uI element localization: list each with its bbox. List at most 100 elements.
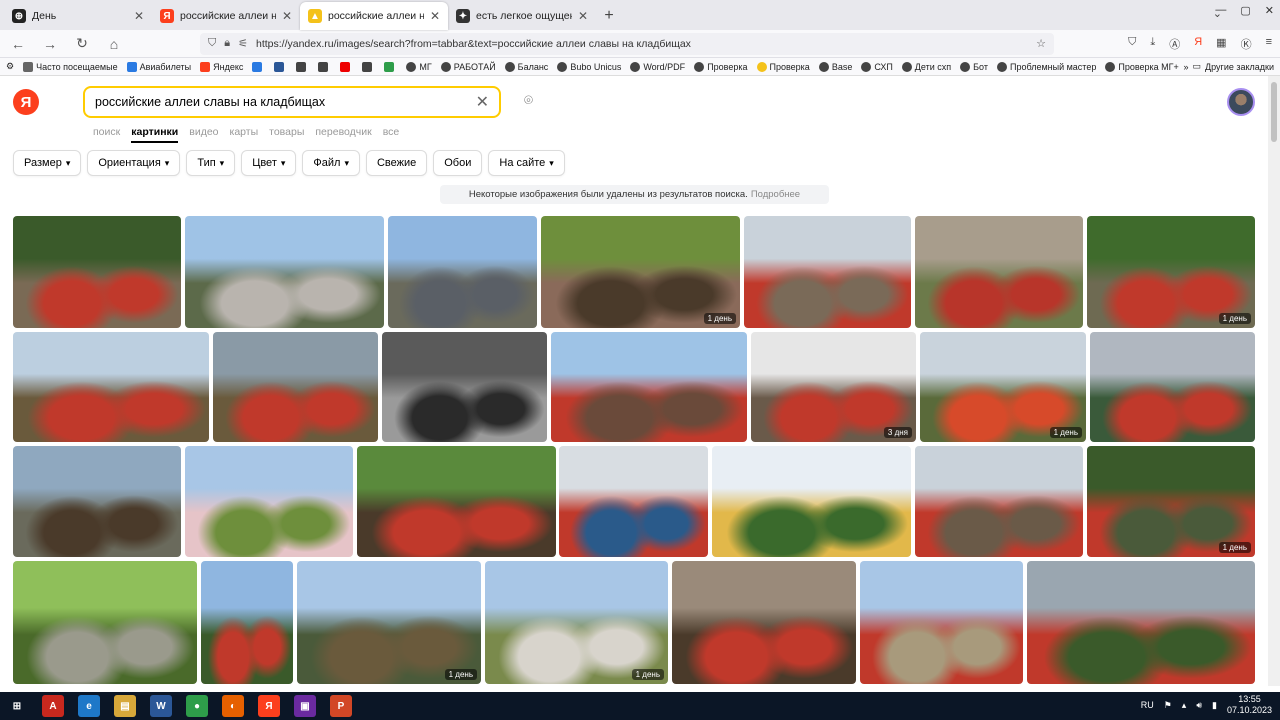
bookmark-item[interactable]: РАБОТАЙ [440, 61, 496, 72]
yandex-browser-icon[interactable]: Я [258, 695, 280, 717]
image-result[interactable]: 1 день [1087, 446, 1255, 557]
volume-icon[interactable]: 🔊︎ [1196, 700, 1202, 711]
presentation-icon[interactable]: P [330, 695, 352, 717]
filter-button[interactable]: Размер ▾ [13, 150, 82, 176]
network-icon[interactable]: ⚑ [1164, 700, 1172, 711]
avatar[interactable] [1227, 88, 1255, 116]
bookmark-item[interactable]: Проблемный мастер [996, 61, 1096, 72]
service-tab[interactable]: видео [189, 126, 218, 143]
chrome-icon[interactable]: ● [186, 695, 208, 717]
bookmark-item[interactable]: Проверка [756, 61, 810, 72]
bookmark-item[interactable]: Word/PDF [630, 61, 685, 72]
bookmark-item[interactable] [318, 61, 331, 72]
bookmark-item[interactable]: Часто посещаемые [23, 61, 118, 72]
close-tab-icon[interactable]: ✕ [430, 9, 440, 23]
word-icon[interactable]: W [150, 695, 172, 717]
other-bookmarks-label[interactable]: Другие закладки [1205, 62, 1274, 72]
lock-icon[interactable]: 🔒︎ [224, 37, 230, 50]
pocket-icon[interactable]: ⛉ [1128, 36, 1136, 52]
bookmark-item[interactable]: Проверка МГ+ [1105, 61, 1179, 72]
image-result[interactable]: 1 день [1087, 216, 1255, 328]
account-icon[interactable]: Ⓐ [1169, 36, 1180, 52]
service-tab[interactable]: картинки [131, 126, 179, 143]
extension-icon[interactable]: ▦ [1216, 36, 1226, 52]
image-result[interactable] [13, 332, 209, 442]
image-result[interactable] [551, 332, 747, 442]
filter-button[interactable]: Цвет ▾ [241, 150, 297, 176]
browser-tab[interactable]: ⊕ День ✕ [4, 2, 152, 30]
new-tab-button[interactable]: + [596, 2, 622, 30]
image-result[interactable] [915, 446, 1083, 557]
camera-search-icon[interactable]: ⌾ [524, 92, 533, 109]
save-icon[interactable]: ▣ [294, 695, 316, 717]
bookmark-item[interactable] [274, 61, 287, 72]
search-query[interactable]: российские аллеи славы на кладбищах [95, 95, 476, 109]
maximize-icon[interactable]: ▢ [1240, 4, 1250, 17]
bookmark-item[interactable]: Base [818, 61, 852, 72]
language-indicator[interactable]: RU [1141, 700, 1154, 710]
image-result[interactable] [382, 332, 547, 442]
battery-icon[interactable]: ▮ [1212, 700, 1217, 711]
browser-tab[interactable]: ▲ российские аллеи на кл ✕ [300, 2, 448, 30]
bookmark-item[interactable]: Баланс [504, 61, 548, 72]
image-result[interactable]: 1 день [297, 561, 481, 684]
service-tab[interactable]: переводчик [315, 126, 371, 143]
address-bar[interactable]: ⛉ 🔒︎ ⚟ https://yandex.ru/images/search?f… [200, 32, 1054, 55]
shield-icon[interactable]: ⛉ [208, 37, 216, 50]
reload-icon[interactable]: ↻ [72, 35, 92, 52]
service-tab[interactable]: товары [269, 126, 304, 143]
other-bookmarks[interactable]: » ▭ Другие закладки [1184, 61, 1275, 72]
yandex-extension-icon[interactable]: Я [1194, 36, 1202, 52]
scrollbar-thumb[interactable] [1271, 82, 1277, 142]
clock[interactable]: 13:55 07.10.2023 [1227, 694, 1272, 716]
back-arrow-icon[interactable]: ← [8, 36, 28, 52]
more-bookmarks-icon[interactable]: » [1184, 62, 1189, 72]
image-result[interactable] [13, 446, 181, 557]
service-tab[interactable]: поиск [93, 126, 120, 143]
bookmark-item[interactable]: Bubo Unicus [557, 61, 621, 72]
bookmark-item[interactable]: СХП [861, 61, 893, 72]
bookmark-item[interactable]: Бот [960, 61, 988, 72]
explorer-icon[interactable]: ▤ [114, 695, 136, 717]
image-result[interactable] [185, 216, 384, 328]
home-icon[interactable]: ⌂ [104, 36, 124, 52]
bookmark-item[interactable] [362, 61, 375, 72]
search-input[interactable]: российские аллеи славы на кладбищах ✕ [83, 86, 501, 118]
notice-more-link[interactable]: Подробнее [751, 189, 800, 200]
image-result[interactable] [915, 216, 1083, 328]
filter-button[interactable]: Файл ▾ [302, 150, 360, 176]
filter-button[interactable]: Свежие [365, 150, 428, 176]
image-result[interactable] [13, 216, 181, 328]
bookmark-item[interactable] [384, 61, 397, 72]
image-result[interactable]: 3 дня [751, 332, 916, 442]
image-result[interactable]: 1 день [541, 216, 740, 328]
filter-button[interactable]: Ориентация ▾ [87, 150, 181, 176]
filter-button[interactable]: Тип ▾ [186, 150, 236, 176]
url-text[interactable]: https://yandex.ru/images/search?from=tab… [256, 38, 1028, 50]
bookmark-item[interactable]: Яндекс [200, 61, 243, 72]
forward-arrow-icon[interactable]: → [40, 36, 60, 52]
image-result[interactable] [1090, 332, 1255, 442]
start-icon[interactable]: ⊞ [6, 695, 28, 717]
image-result[interactable] [213, 332, 378, 442]
scrollbar[interactable] [1268, 76, 1280, 686]
bookmark-item[interactable] [296, 61, 309, 72]
image-result[interactable]: 1 день [920, 332, 1086, 442]
filter-button[interactable]: Обои [433, 150, 483, 176]
ie-icon[interactable]: e [78, 695, 100, 717]
browser-tab[interactable]: Яроссийские аллеи на кл ✕ [152, 2, 300, 30]
permissions-icon[interactable]: ⚟ [238, 37, 248, 50]
firefox-icon[interactable]: ◐ [222, 695, 244, 717]
close-tab-icon[interactable]: ✕ [282, 9, 292, 23]
image-result[interactable] [185, 446, 353, 557]
close-tab-icon[interactable]: ✕ [134, 9, 144, 23]
settings-gear-icon[interactable]: ⚙ [6, 61, 14, 72]
minimize-icon[interactable]: — [1215, 4, 1226, 17]
bookmark-item[interactable]: Проверка [694, 61, 748, 72]
menu-icon[interactable]: ≡ [1266, 36, 1272, 52]
downloads-icon[interactable]: ⤓ [1150, 36, 1155, 52]
bookmark-item[interactable]: МГ [406, 61, 432, 72]
image-result[interactable] [357, 446, 556, 557]
bookmark-item[interactable] [252, 61, 265, 72]
image-result[interactable]: 1 день [485, 561, 668, 684]
